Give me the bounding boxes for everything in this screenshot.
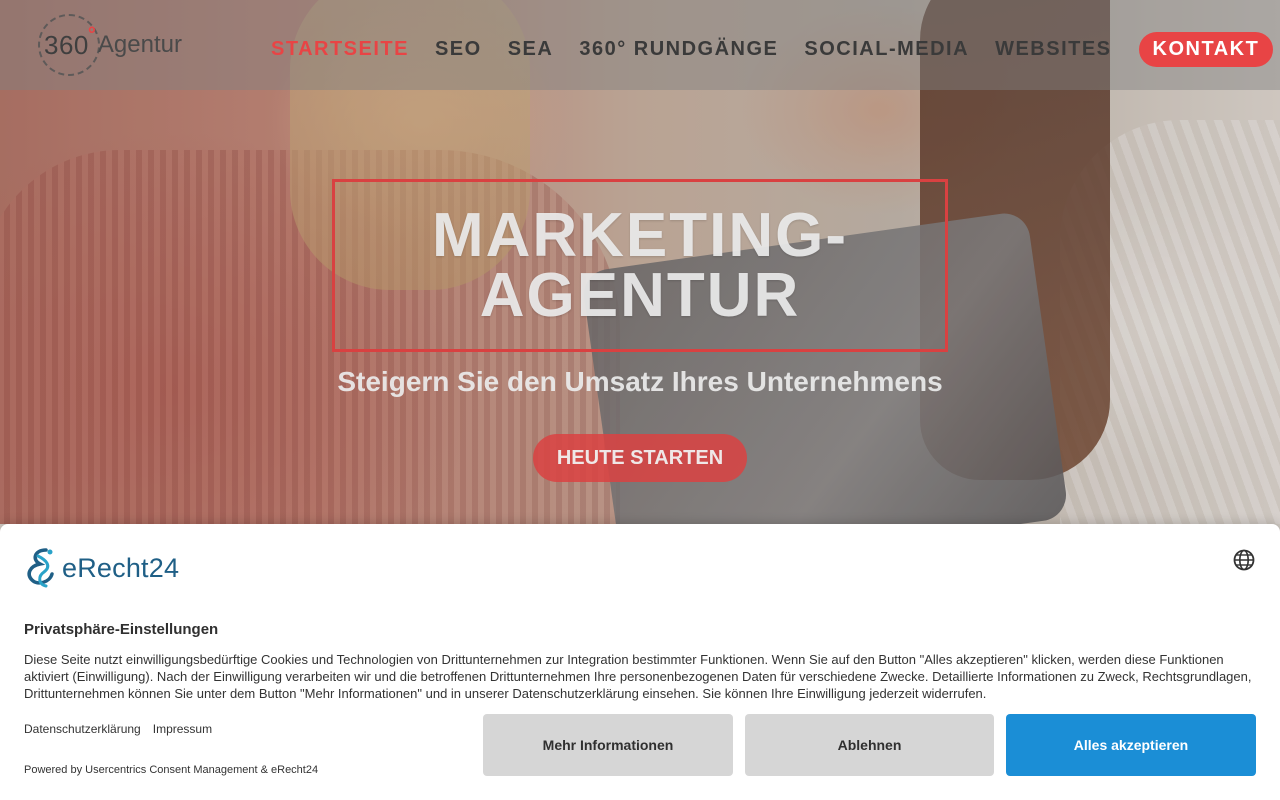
erecht24-mark-icon [27,548,54,588]
hero-headline-frame: MARKETING- AGENTUR [332,179,948,352]
site-header: 360 ° Agentur STARTSEITE SEO SEA 360° RU… [0,0,1280,90]
nav-item-startseite[interactable]: STARTSEITE [258,38,422,61]
consent-links: Datenschutzerklärung Impressum [24,722,212,736]
site-logo[interactable]: 360 ° Agentur [38,14,218,76]
accept-all-button[interactable]: Alles akzeptieren [1006,714,1256,776]
logo-degree: ° [87,23,96,46]
erecht24-wordmark: eRecht24 [62,552,180,583]
nav-item-sea[interactable]: SEA [495,38,567,61]
more-information-button[interactable]: Mehr Informationen [483,714,733,776]
decline-button[interactable]: Ablehnen [745,714,994,776]
nav-item-seo[interactable]: SEO [422,38,495,61]
nav-item-rundgaenge[interactable]: 360° RUNDGÄNGE [566,38,791,61]
nav-item-websites[interactable]: WEBSITES [982,38,1124,61]
hero-headline-line-1: MARKETING- [431,200,849,270]
hero-headline-line-2: AGENTUR [479,260,801,330]
imprint-link[interactable]: Impressum [153,722,212,736]
erecht24-logo: eRecht24 [24,546,179,590]
contact-button[interactable]: KONTAKT [1138,31,1274,67]
consent-description: Diese Seite nutzt einwilligungsbedürftig… [24,652,1252,701]
logo-number: 360 [44,29,89,60]
consent-title: Privatsphäre-Einstellungen [24,621,219,638]
heute-starten-button[interactable]: HEUTE STARTEN [533,434,747,482]
nav-item-social-media[interactable]: SOCIAL-MEDIA [791,38,982,61]
powered-by-text: Powered by Usercentrics Consent Manageme… [24,764,319,776]
hero-subheadline: Steigern Sie den Umsatz Ihres Unternehme… [337,366,943,397]
main-nav: STARTSEITE SEO SEA 360° RUNDGÄNGE SOCIAL… [258,30,1274,68]
globe-icon[interactable] [1232,548,1256,572]
logo-word: Agentur [97,31,182,58]
cookie-consent-banner: eRecht24 Privatsphäre-Einstellungen Dies… [0,524,1280,800]
privacy-policy-link[interactable]: Datenschutzerklärung [24,722,141,736]
